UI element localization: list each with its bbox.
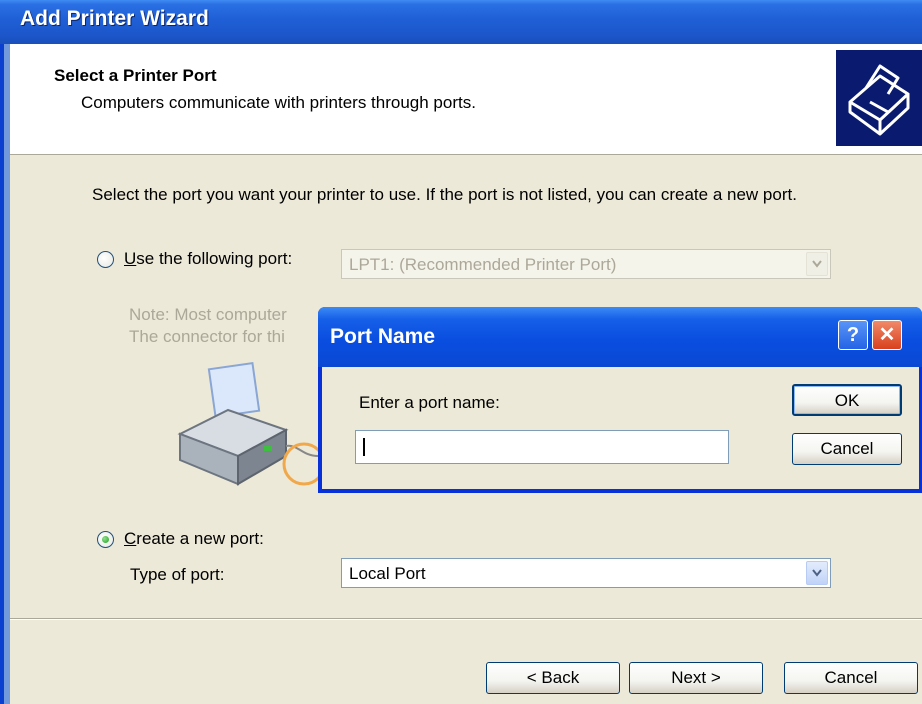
dialog-cancel-label: Cancel [820,439,874,458]
dialog-titlebar[interactable]: Port Name [318,307,922,367]
wizard-title: Add Printer Wizard [20,7,209,30]
type-of-port-label: Type of port: [130,565,225,584]
back-label: < Back [526,668,580,687]
next-label: Next > [671,668,721,687]
note-line-1: Note: Most computer [129,305,287,324]
port-select[interactable]: LPT1: (Recommended Printer Port) [341,249,831,279]
use-port-radio[interactable] [97,251,114,268]
close-icon[interactable]: ✕ [872,320,902,350]
window-border-inner [0,44,4,704]
dialog-title: Port Name [330,325,436,348]
port-select-value: LPT1: (Recommended Printer Port) [349,255,617,274]
text-caret [363,438,365,456]
page-subtitle: Computers communicate with printers thro… [81,93,476,112]
back-button[interactable]: < Back [486,662,620,694]
ok-label: OK [834,391,860,410]
printer-illustration-icon [168,360,328,500]
port-type-select[interactable]: Local Port [341,558,831,588]
create-port-radio[interactable] [97,531,114,548]
help-icon[interactable]: ? [838,320,868,350]
port-type-select-value: Local Port [349,564,426,583]
create-port-label[interactable]: Create a new port: [124,529,264,549]
page-title: Select a Printer Port [54,66,217,85]
port-name-prompt: Enter a port name: [359,393,500,412]
footer-divider [10,618,922,620]
next-button[interactable]: Next > [629,662,763,694]
wizard-titlebar[interactable]: Add Printer Wizard [0,0,922,44]
intro-text: Select the port you want your printer to… [92,185,797,204]
use-port-label-text: se the following port: [136,249,293,268]
create-port-label-text: reate a new port: [136,529,264,548]
note-line-2: The connector for thi [129,327,285,346]
chevron-down-icon[interactable] [806,561,828,585]
dialog-cancel-button[interactable]: Cancel [792,433,902,465]
use-port-label[interactable]: Use the following port: [124,249,292,269]
port-name-input[interactable] [355,430,729,464]
chevron-down-icon[interactable] [806,252,828,276]
wizard-cancel-label: Cancel [824,668,878,687]
printer-setup-icon [836,50,922,146]
ok-button[interactable]: OK [792,384,902,416]
wizard-cancel-button[interactable]: Cancel [784,662,918,694]
